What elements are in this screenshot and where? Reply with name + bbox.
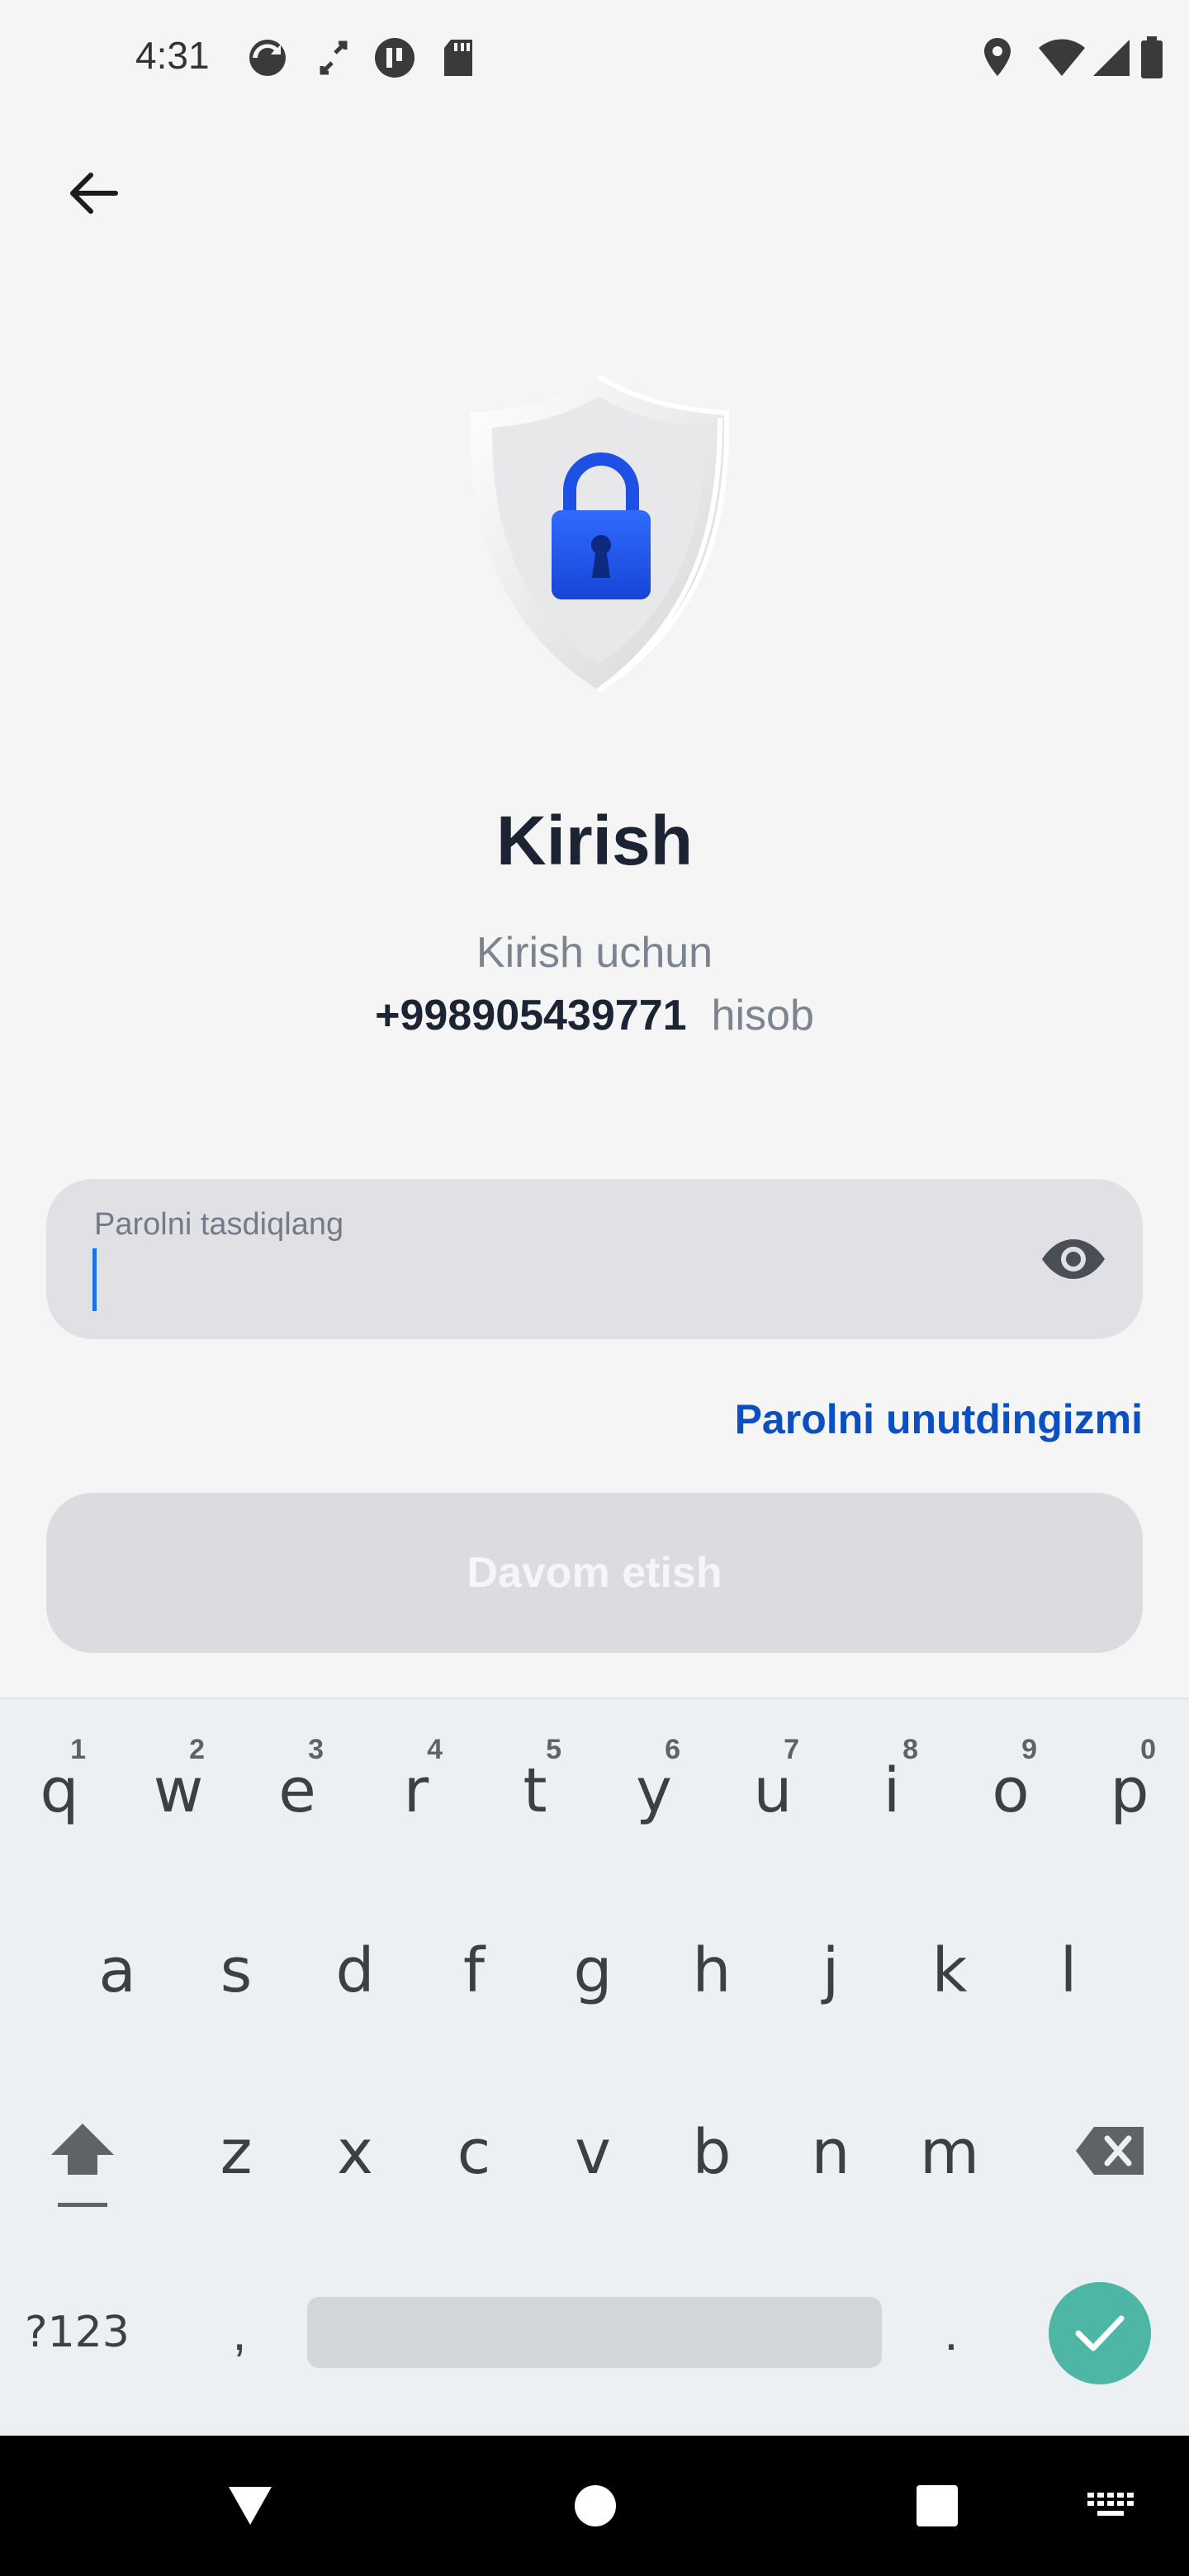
delete-key[interactable]	[1065, 2122, 1156, 2180]
key-label: i	[883, 1755, 901, 1826]
location-icon	[984, 38, 1011, 76]
key-hint: 3	[308, 1734, 324, 1765]
status-time: 4:31	[135, 34, 210, 77]
sd-card-icon	[444, 40, 472, 76]
phone-line: +998905439771 hisob	[0, 991, 1189, 1040]
navigation-bar	[0, 2436, 1189, 2576]
period-key[interactable]: .	[918, 2287, 984, 2378]
back-triangle-icon	[229, 2487, 272, 2525]
key-t[interactable]: 5t	[477, 1712, 593, 1869]
sync-icon	[249, 40, 286, 76]
key-y[interactable]: 6y	[596, 1712, 712, 1869]
back-button[interactable]	[59, 160, 126, 226]
key-x[interactable]: x	[297, 2074, 413, 2231]
key-m[interactable]: m	[892, 2074, 1007, 2231]
subtitle: Kirish uchun	[476, 929, 713, 977]
key-z[interactable]: z	[178, 2074, 294, 2231]
key-b[interactable]: b	[654, 2074, 770, 2231]
nav-keyboard-button[interactable]	[1065, 2460, 1156, 2551]
arrows-icon	[320, 40, 348, 75]
key-label: t	[523, 1755, 547, 1826]
key-r[interactable]: 4r	[358, 1712, 474, 1869]
key-l[interactable]: l	[1011, 1892, 1126, 2049]
text-cursor	[92, 1248, 97, 1311]
wifi-icon	[1039, 39, 1085, 76]
key-hint: 0	[1140, 1734, 1156, 1765]
key-label: r	[403, 1755, 429, 1826]
forgot-password-link[interactable]: Parolni unutdingizmi	[735, 1395, 1143, 1443]
key-hint: 6	[665, 1734, 680, 1765]
key-hint: 2	[189, 1734, 205, 1765]
key-hint: 9	[1021, 1734, 1037, 1765]
recents-square-icon	[917, 2485, 958, 2526]
key-g[interactable]: g	[535, 1892, 651, 2049]
key-n[interactable]: n	[773, 2074, 888, 2231]
shield-lock-icon	[470, 374, 730, 693]
key-c[interactable]: c	[416, 2074, 532, 2231]
backspace-icon	[1076, 2127, 1144, 2175]
key-hint: 8	[902, 1734, 918, 1765]
key-i[interactable]: 8i	[834, 1712, 950, 1869]
key-q[interactable]: 1q	[2, 1712, 117, 1869]
continue-button[interactable]: Davom etish	[46, 1493, 1143, 1653]
key-k[interactable]: k	[892, 1892, 1007, 2049]
home-circle-icon	[575, 2485, 616, 2526]
key-hint: 4	[427, 1734, 443, 1765]
key-a[interactable]: a	[59, 1892, 175, 2049]
signal-icon	[1093, 40, 1130, 76]
key-d[interactable]: d	[297, 1892, 413, 2049]
key-hint: 1	[70, 1734, 86, 1765]
key-p[interactable]: 0p	[1072, 1712, 1187, 1869]
arrow-left-icon	[70, 173, 118, 214]
status-bar: 4:31	[0, 0, 1189, 116]
shift-icon	[51, 2124, 114, 2207]
password-label: Parolni tasdiqlang	[94, 1207, 344, 1242]
key-u[interactable]: 7u	[715, 1712, 831, 1869]
key-j[interactable]: j	[773, 1892, 888, 2049]
nav-back-button[interactable]	[205, 2460, 296, 2551]
key-w[interactable]: 2w	[121, 1712, 236, 1869]
key-o[interactable]: 9o	[953, 1712, 1068, 1869]
space-key[interactable]	[307, 2297, 882, 2368]
key-e[interactable]: 3e	[239, 1712, 355, 1869]
key-f[interactable]: f	[416, 1892, 532, 2049]
key-v[interactable]: v	[535, 2074, 651, 2231]
phone-number: +998905439771	[375, 992, 687, 1039]
password-field[interactable]: Parolni tasdiqlang	[46, 1179, 1143, 1339]
nav-recents-button[interactable]	[892, 2460, 983, 2551]
key-s[interactable]: s	[178, 1892, 294, 2049]
symbols-key[interactable]: ?123	[25, 2287, 157, 2378]
key-h[interactable]: h	[654, 1892, 770, 2049]
eye-icon	[1042, 1239, 1105, 1279]
comma-key[interactable]: ,	[206, 2287, 272, 2378]
page-title: Kirish	[495, 802, 694, 879]
enter-key[interactable]	[1049, 2282, 1151, 2384]
phone-suffix: hisob	[711, 992, 814, 1039]
nav-home-button[interactable]	[550, 2460, 641, 2551]
key-hint: 7	[784, 1734, 799, 1765]
shift-key[interactable]	[41, 2114, 124, 2221]
check-icon	[1075, 2315, 1125, 2351]
keyboard-icon	[1087, 2493, 1134, 2516]
key-hint: 5	[546, 1734, 561, 1765]
battery-icon	[1141, 36, 1163, 78]
app-icon	[375, 38, 414, 78]
toggle-password-visibility-button[interactable]	[1037, 1230, 1110, 1288]
